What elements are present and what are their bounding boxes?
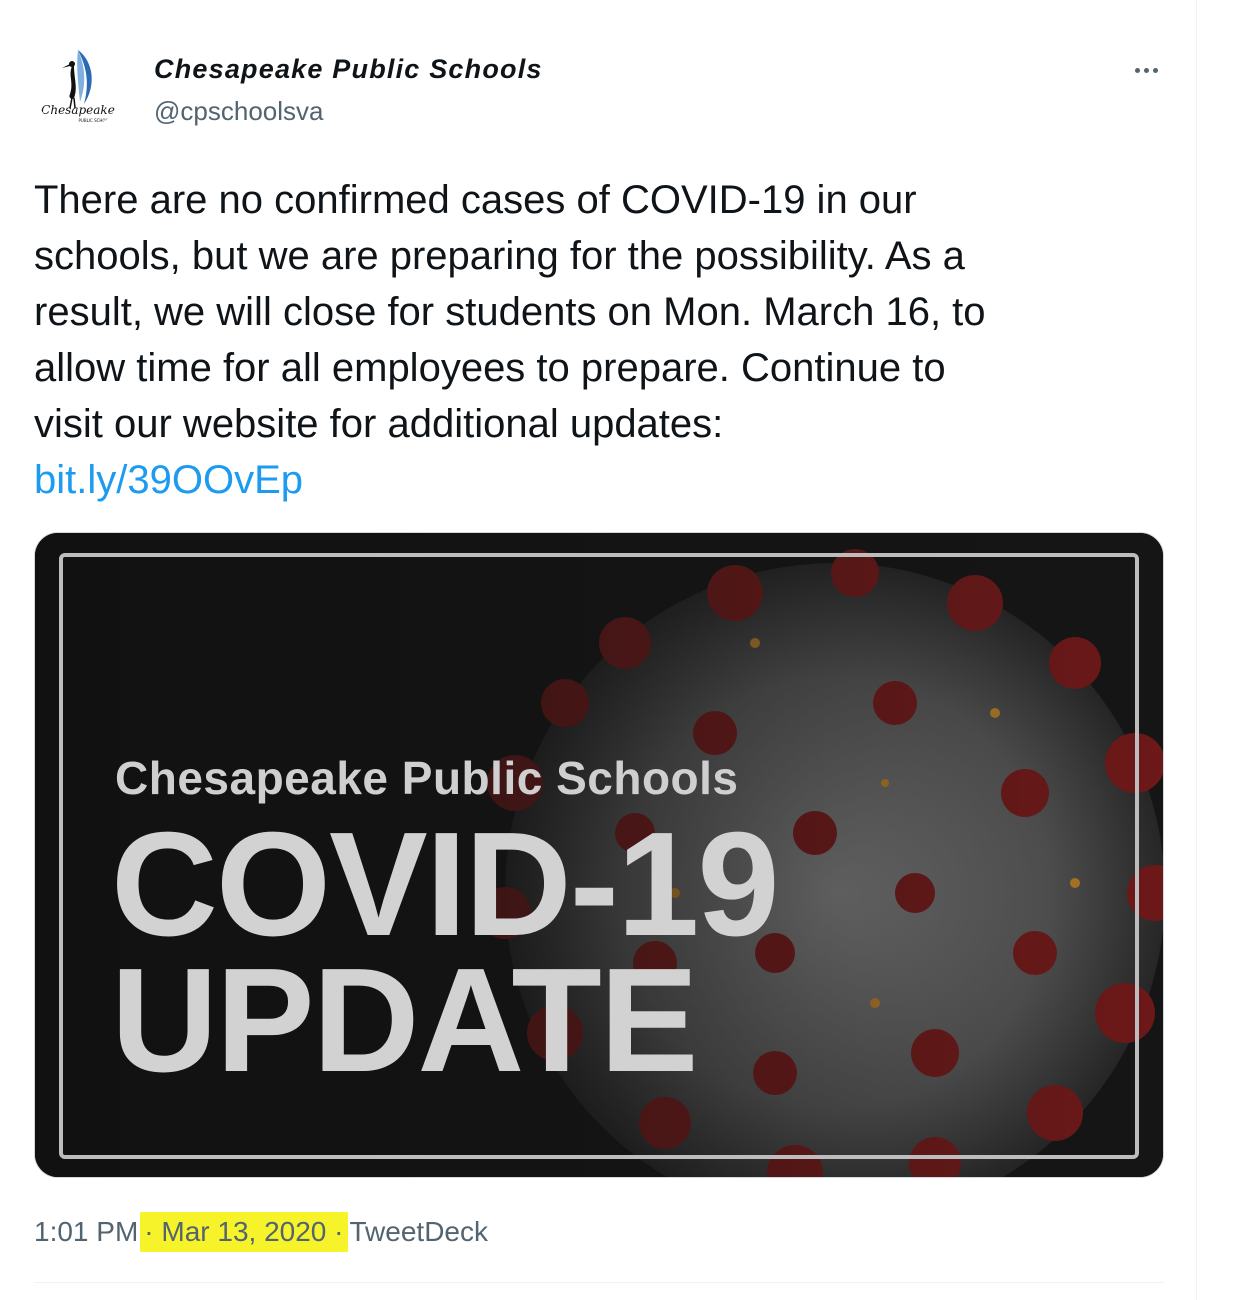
tweet-text-line: visit our website for additional updates… — [34, 402, 724, 446]
tweet-source[interactable]: TweetDeck — [350, 1216, 489, 1248]
media-title: Chesapeake Public Schools — [115, 752, 739, 804]
more-options-button[interactable] — [1122, 52, 1170, 88]
tweet-text-line: result, we will close for students on Mo… — [34, 290, 986, 334]
author-display-name[interactable]: Chesapeake Public Schools — [154, 54, 543, 85]
column-border — [1196, 0, 1197, 1300]
more-horizontal-icon — [1152, 67, 1158, 73]
more-horizontal-icon — [1134, 67, 1140, 73]
tweet-date[interactable]: Mar 13, 2020 — [161, 1216, 326, 1247]
tweet-media-image[interactable]: Chesapeake Public Schools COVID-19 UPDAT… — [34, 532, 1164, 1178]
more-horizontal-icon — [1143, 67, 1149, 73]
meta-separator: · — [144, 1216, 154, 1247]
tweet: Chesapeake PUBLIC SCHOOLS Chesapeake Pub… — [0, 0, 1196, 1300]
tweet-link[interactable]: bit.ly/39OOvEp — [34, 458, 303, 502]
svg-text:Chesapeake: Chesapeake — [41, 103, 115, 117]
tweet-metadata: 1:01 PM · Mar 13, 2020 · TweetDeck — [34, 1212, 488, 1252]
meta-separator: · — [334, 1216, 344, 1247]
highlighted-date-segment: · Mar 13, 2020 · — [140, 1212, 348, 1252]
media-headline-line1: COVID-19 — [111, 802, 780, 967]
author-handle[interactable]: @cpschoolsva — [154, 96, 323, 127]
svg-text:PUBLIC SCHOOLS: PUBLIC SCHOOLS — [79, 118, 114, 123]
tweet-text-line: There are no confirmed cases of COVID-19… — [34, 178, 917, 222]
divider — [34, 1282, 1164, 1283]
chesapeake-heron-logo-icon: Chesapeake PUBLIC SCHOOLS — [41, 50, 115, 123]
avatar[interactable]: Chesapeake PUBLIC SCHOOLS — [34, 42, 122, 130]
tweet-text-line: allow time for all employees to prepare.… — [34, 346, 946, 390]
media-headline-line2: UPDATE — [111, 938, 698, 1103]
tweet-text-line: schools, but we are preparing for the po… — [34, 234, 965, 278]
tweet-time[interactable]: 1:01 PM — [34, 1216, 138, 1248]
tweet-text: There are no confirmed cases of COVID-19… — [34, 172, 1174, 508]
